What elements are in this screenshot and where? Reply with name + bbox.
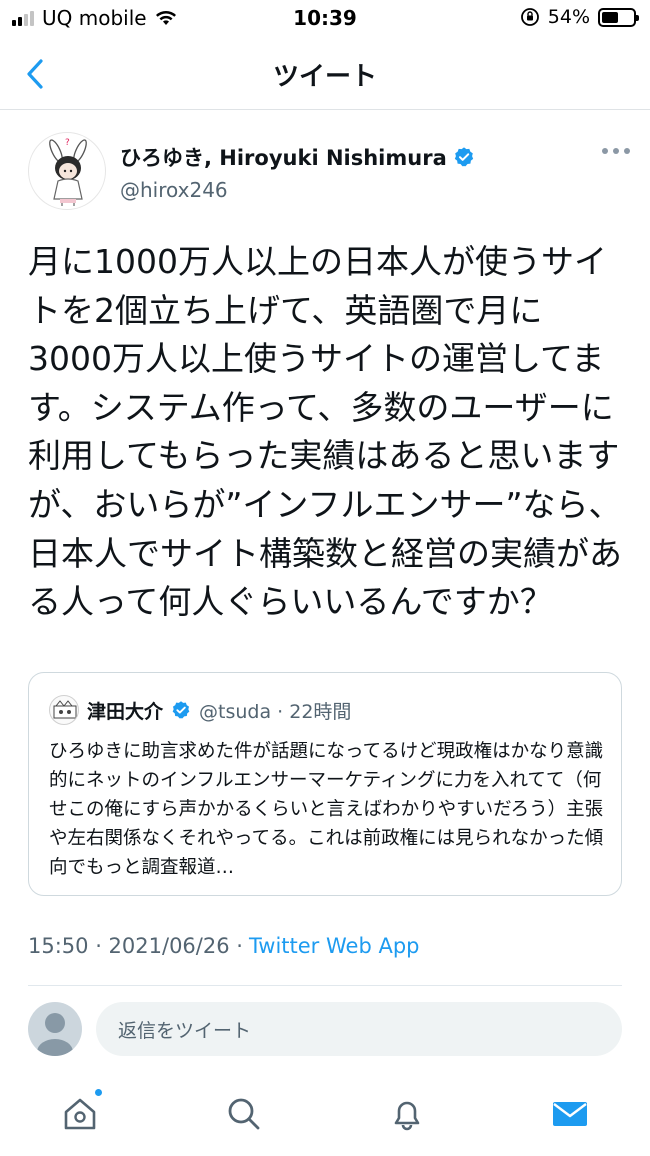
- tweet-author: ひろゆき, Hiroyuki Nishimura @hirox246: [120, 142, 475, 202]
- battery-fill: [602, 11, 619, 23]
- quoted-handle-time: @tsuda · 22時間: [199, 700, 352, 723]
- notification-dot: [93, 1087, 104, 1098]
- tweet-text: 月に1000万人以上の日本人が使うサイトを2個立ち上げて、英語圏で月に3000万…: [28, 242, 622, 622]
- display-name-row: ひろゆき, Hiroyuki Nishimura: [120, 142, 475, 172]
- author-display-name[interactable]: ひろゆき, Hiroyuki Nishimura: [120, 142, 447, 172]
- author-handle[interactable]: @hirox246: [120, 178, 475, 202]
- tab-search[interactable]: [222, 1092, 266, 1136]
- notifications-icon: [394, 1101, 420, 1131]
- orientation-lock-icon: [520, 8, 539, 26]
- tab-home[interactable]: [58, 1087, 104, 1136]
- nav-bar: ツイート: [0, 38, 650, 110]
- dot: [602, 148, 608, 154]
- tweet-timestamp: 15:50 · 2021/06/26 ·: [28, 934, 243, 958]
- verified-badge-icon: [172, 701, 190, 719]
- author-avatar[interactable]: ?: [28, 132, 106, 210]
- tweet-meta: 15:50 · 2021/06/26 · Twitter Web App: [28, 934, 419, 958]
- dot: [613, 148, 619, 154]
- verified-badge-icon: [454, 147, 473, 167]
- tweet-source-link[interactable]: Twitter Web App: [249, 934, 420, 958]
- home-icon: [64, 1098, 96, 1130]
- search-icon: [228, 1098, 260, 1130]
- quoted-tweet-text: ひろゆきに助言求めた件が話題になってるけど現政権はかなり意識的にネットのインフル…: [49, 741, 604, 878]
- quoted-tweet-header: 津田大介 @tsuda · 22時間: [49, 695, 351, 725]
- tab-messages[interactable]: [548, 1092, 592, 1136]
- current-user-avatar: [28, 1002, 82, 1056]
- default-avatar-icon: [37, 1013, 73, 1056]
- more-options-button[interactable]: [602, 148, 630, 154]
- tab-bar: [0, 1074, 650, 1156]
- battery-icon: [598, 7, 639, 27]
- status-bar: UQ mobile 10:39 54%: [0, 0, 650, 38]
- quoted-tweet-card[interactable]: 津田大介 @tsuda · 22時間 ひろゆきに助言求めた件が話題になってるけど…: [28, 672, 622, 896]
- status-right: 54%: [520, 6, 639, 28]
- dot: [624, 148, 630, 154]
- avatar-illustration: ?: [49, 138, 87, 206]
- divider: [28, 985, 622, 986]
- svg-text:?: ?: [65, 138, 70, 148]
- reply-input[interactable]: 返信をツイート: [96, 1002, 622, 1056]
- tab-notifications[interactable]: [385, 1092, 429, 1136]
- quoted-author-avatar: [49, 695, 79, 725]
- messages-icon: [553, 1102, 587, 1126]
- quoted-display-name: 津田大介: [87, 700, 164, 723]
- avatar-illustration: [53, 700, 77, 719]
- page-title: ツイート: [272, 62, 377, 92]
- battery-percent: 54%: [547, 6, 590, 28]
